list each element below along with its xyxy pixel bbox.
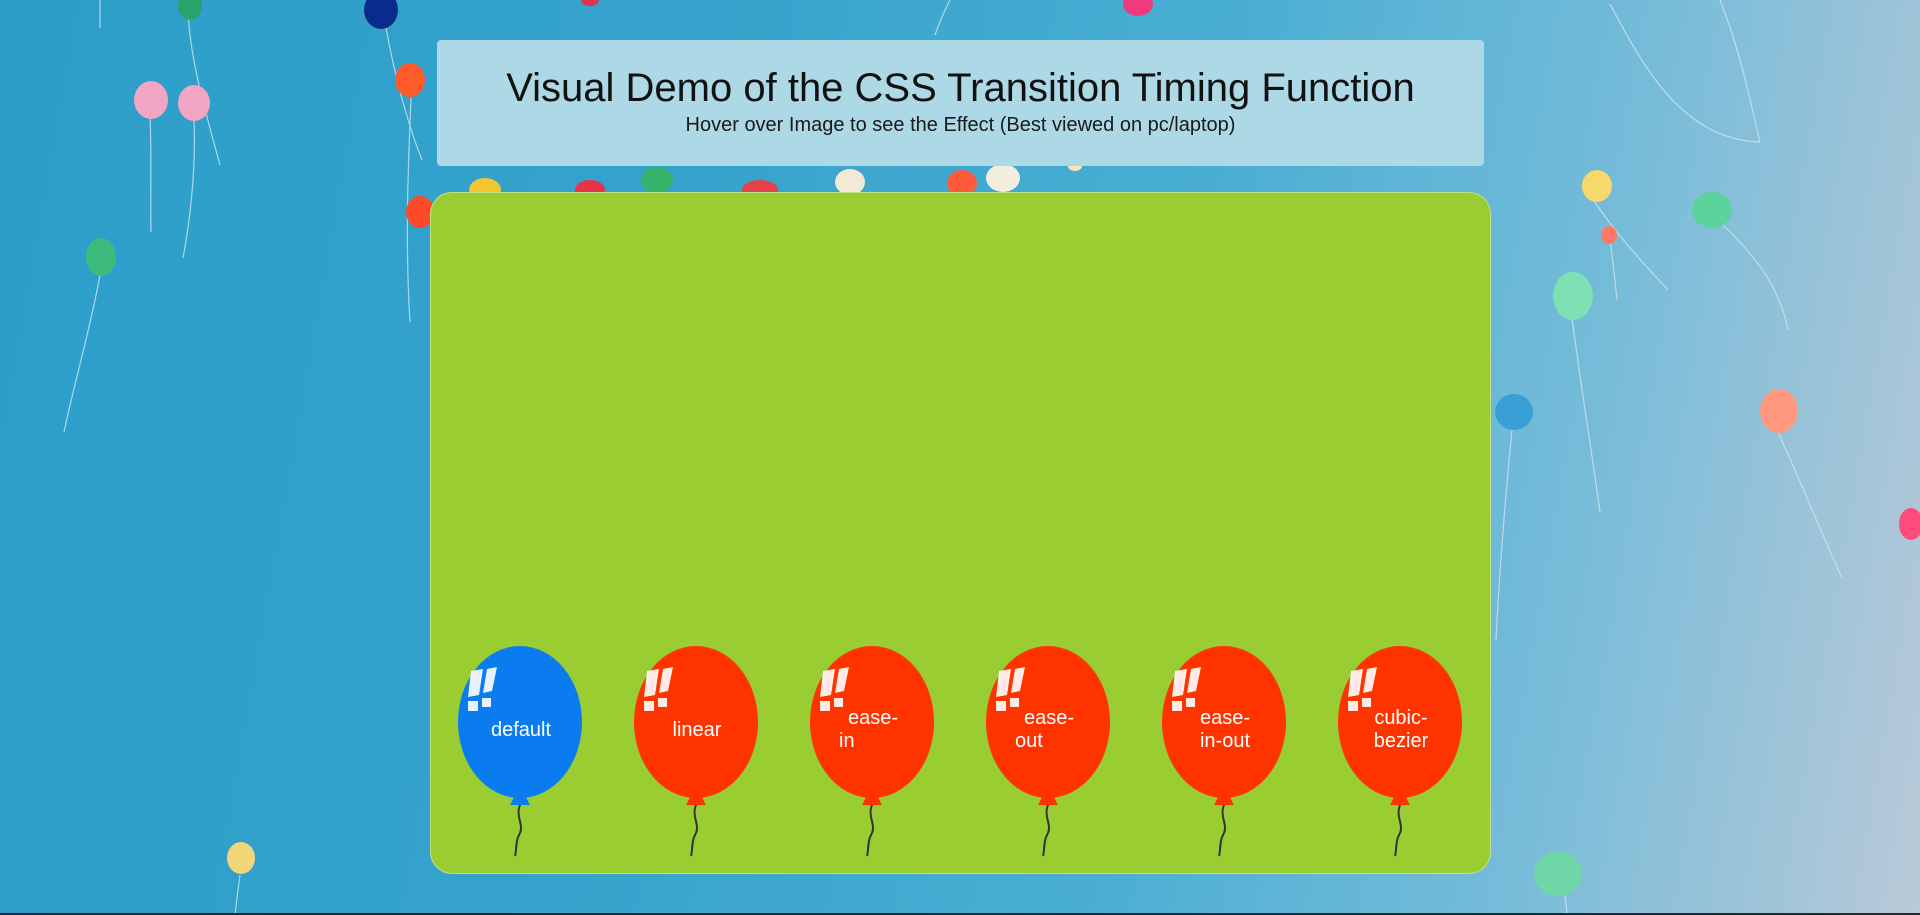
balloon-default-label: default xyxy=(490,719,552,741)
balloon-ease-in[interactable]: ease- in xyxy=(809,645,937,857)
header-panel: Visual Demo of the CSS Transition Timing… xyxy=(437,40,1484,166)
balloon-stage[interactable]: default linear ease- in ease- out ease- … xyxy=(430,192,1491,874)
page-title: Visual Demo of the CSS Transition Timing… xyxy=(506,66,1415,110)
balloon-ease-in-out-label: ease- in-out xyxy=(1199,707,1251,752)
balloon-default-icon xyxy=(458,646,582,857)
balloon-linear-icon xyxy=(634,646,758,857)
balloon-default[interactable]: default xyxy=(457,645,585,857)
balloon-linear[interactable]: linear xyxy=(633,645,761,857)
balloon-ease-in-label: ease- in xyxy=(839,707,899,752)
balloon-ease-in-out[interactable]: ease- in-out xyxy=(1161,645,1289,857)
page-subtitle: Hover over Image to see the Effect (Best… xyxy=(685,114,1236,136)
balloon-ease-out-label: ease- out xyxy=(1015,707,1075,752)
balloon-linear-label: linear xyxy=(672,719,722,741)
balloon-ease-out[interactable]: ease- out xyxy=(985,645,1113,857)
balloon-cubic-bezier-label: cubic- bezier xyxy=(1373,707,1429,752)
balloon-cubic-bezier[interactable]: cubic- bezier xyxy=(1337,645,1465,857)
